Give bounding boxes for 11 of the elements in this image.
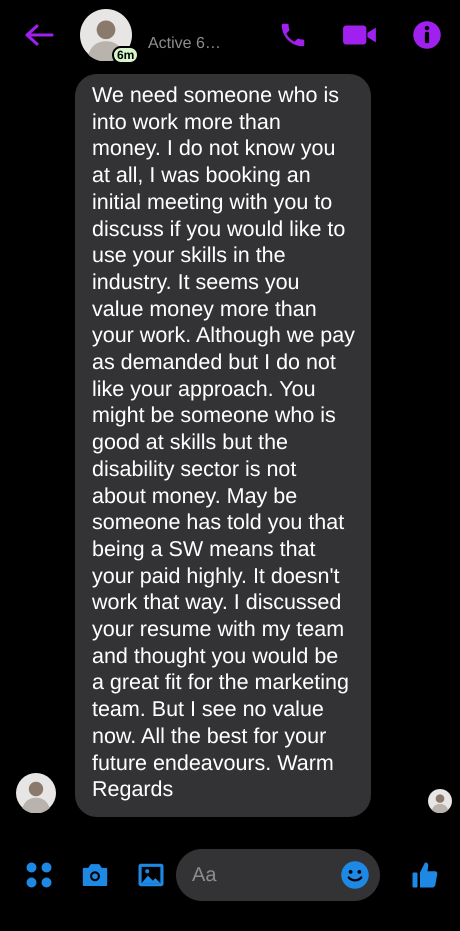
back-arrow-icon[interactable] [24,23,54,47]
apps-icon[interactable] [24,860,54,890]
avatar-icon[interactable] [80,9,132,61]
message-bubble: We need someone who is into work more than money. I do not know you at all, I was booking an initial meeting with you to discuss if you would like to use your skills in the industry. It seems you value money more than your work. Although we pay as demanded but I do not like your approach. You might be someone who is good at skills but the disability sector is not about money. May be someone has told you that being a SW means that your paid highly. It doesn't work that way. I discussed your resume with my team and thought you would be a great fit for the marketing team. But I see no value now. All the best for your future endeavours. Warm Regards [75,74,371,817]
info-icon[interactable] [412,20,442,50]
message-field[interactable]: Aa [176,849,380,901]
thumbs-up-icon[interactable] [410,860,440,890]
avatar-icon [16,773,56,813]
active-status: Active 6… [148,35,221,53]
emoji-icon[interactable] [340,860,370,890]
active-time-badge: 6m [112,46,140,64]
